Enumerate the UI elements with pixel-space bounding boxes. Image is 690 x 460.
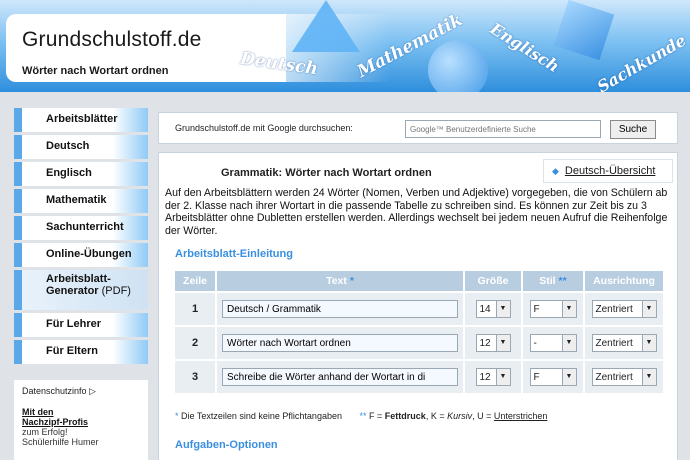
col-text-mark: *: [349, 275, 354, 287]
align-value: Zentriert: [595, 371, 633, 383]
sidebar-item-arbeitsblaetter[interactable]: Arbeitsblätter: [14, 108, 148, 132]
text-input-row2[interactable]: [222, 334, 458, 352]
dropdown-arrow-icon: ▼: [495, 301, 510, 317]
col-stil-label: Stil: [539, 275, 556, 287]
align-select-row2[interactable]: Zentriert ▼: [591, 334, 657, 352]
ad-box: Datenschutzinfo ▷ Mit den Nachzipf-Profi…: [14, 380, 148, 460]
search-panel: Grundschulstoff.de mit Google durchsuche…: [158, 112, 678, 144]
size-select-row1[interactable]: 14 ▼: [475, 300, 511, 318]
search-button[interactable]: Suche: [610, 120, 656, 139]
dropdown-arrow-icon: ▼: [495, 335, 510, 351]
col-zeile: Zeile: [175, 271, 215, 291]
main-content: Grammatik: Wörter nach Wortart ordnen ◆ D…: [158, 152, 678, 460]
dropdown-arrow-icon: ▼: [561, 335, 576, 351]
description-text: Auf den Arbeitsblättern werden 24 Wörter…: [165, 187, 668, 237]
dropdown-arrow-icon: ▼: [641, 335, 656, 351]
row-number: 1: [175, 293, 215, 325]
subject-sachkunde: Sachkunde: [593, 30, 690, 92]
col-ausrichtung: Ausrichtung: [585, 271, 663, 291]
dropdown-arrow-icon: ▼: [641, 369, 656, 385]
footnote-fettdruck: Fettdruck: [384, 411, 426, 421]
style-select-row1[interactable]: F ▼: [529, 300, 577, 318]
section-aufgaben-optionen: Aufgaben-Optionen: [175, 439, 278, 451]
col-text-label: Text: [326, 275, 347, 287]
sidebar-item-generator-label2: Generator: [46, 285, 99, 297]
sidebar-item-deutsch[interactable]: Deutsch: [14, 135, 148, 159]
footnote-note-1: Die Textzeilen sind keine Pflichtangaben: [181, 411, 342, 421]
footnote-k-prefix: , K =: [425, 411, 445, 421]
sidebar-item-englisch[interactable]: Englisch: [14, 162, 148, 186]
section-arbeitsblatt-einleitung: Arbeitsblatt-Einleitung: [175, 248, 293, 260]
diamond-icon: ◆: [552, 166, 559, 176]
table-row: 1 14▼ F▼ Zentriert▼: [175, 293, 663, 325]
text-input-row1[interactable]: [222, 300, 458, 318]
table-row: 2 12▼ -▼ Zentriert▼: [175, 327, 663, 359]
col-groesse: Größe: [465, 271, 521, 291]
footnote-f-prefix: F =: [369, 411, 383, 421]
col-stil: Stil **: [523, 271, 583, 291]
footnote-unterstrichen: Unterstrichen: [493, 411, 548, 421]
sidebar-item-generator[interactable]: Arbeitsblatt- Generator (PDF): [14, 270, 148, 310]
promo-link-line2[interactable]: Nachzipf-Profis: [22, 417, 140, 427]
align-value: Zentriert: [595, 337, 633, 349]
footnote-kursiv: Kursiv: [447, 411, 473, 421]
table-footnote: * Die Textzeilen sind keine Pflichtangab…: [175, 411, 547, 421]
triangle-decoration: [292, 0, 360, 52]
privacy-info-link[interactable]: Datenschutzinfo ▷: [22, 386, 140, 397]
page-title: Grammatik: Wörter nach Wortart ordnen: [221, 167, 432, 179]
size-value: 14: [479, 303, 491, 315]
style-select-row2[interactable]: - ▼: [529, 334, 577, 352]
sidebar-item-online-uebungen[interactable]: Online-Übungen: [14, 243, 148, 267]
style-value: -: [533, 337, 537, 349]
sidebar-item-fuer-eltern[interactable]: Für Eltern: [14, 340, 148, 364]
style-value: F: [533, 371, 540, 383]
text-input-row3[interactable]: [222, 368, 458, 386]
sidebar-nav: Arbeitsblätter Deutsch Englisch Mathemat…: [14, 108, 148, 367]
size-select-row2[interactable]: 12 ▼: [475, 334, 511, 352]
site-header: Grundschulstoff.de Wörter nach Wortart o…: [0, 0, 690, 92]
col-stil-mark: **: [558, 275, 567, 287]
footnote-u-prefix: , U =: [472, 411, 492, 421]
page-subtitle: Wörter nach Wortart ordnen: [22, 65, 169, 77]
promo-link-line1[interactable]: Mit den: [22, 407, 140, 417]
promo-text-line2: Schülerhilfe Humer: [22, 437, 99, 447]
sidebar-item-fuer-lehrer[interactable]: Für Lehrer: [14, 313, 148, 337]
promo-text-line1: zum Erfolg!: [22, 427, 68, 437]
align-select-row1[interactable]: Zentriert ▼: [591, 300, 657, 318]
size-value: 12: [479, 337, 491, 349]
table-header-row: Zeile Text * Größe Stil ** Ausrichtung: [175, 271, 663, 291]
square-decoration: [553, 0, 615, 61]
size-value: 12: [479, 371, 491, 383]
circle-decoration: [428, 40, 488, 92]
overview-link-text[interactable]: Deutsch-Übersicht: [565, 165, 655, 177]
sidebar-item-mathematik[interactable]: Mathematik: [14, 189, 148, 213]
dropdown-arrow-icon: ▼: [641, 301, 656, 317]
sidebar-item-generator-pdf: (PDF): [101, 285, 131, 297]
style-value: F: [533, 303, 540, 315]
table-row: 3 12▼ F▼ Zentriert▼: [175, 361, 663, 393]
size-select-row3[interactable]: 12 ▼: [475, 368, 511, 386]
sidebar-item-generator-label: Arbeitsblatt-: [46, 273, 111, 285]
deutsch-overview-link[interactable]: ◆ Deutsch-Übersicht: [543, 159, 673, 183]
subject-englisch: Englisch: [486, 18, 563, 77]
search-label: Grundschulstoff.de mit Google durchsuche…: [175, 123, 353, 133]
search-input[interactable]: [405, 120, 601, 138]
style-select-row3[interactable]: F ▼: [529, 368, 577, 386]
footnote-star-2: **: [359, 411, 367, 421]
dropdown-arrow-icon: ▼: [561, 369, 576, 385]
dropdown-arrow-icon: ▼: [561, 301, 576, 317]
site-title[interactable]: Grundschulstoff.de: [22, 28, 202, 52]
dropdown-arrow-icon: ▼: [495, 369, 510, 385]
row-number: 3: [175, 361, 215, 393]
intro-table: Zeile Text * Größe Stil ** Ausrichtung 1…: [173, 269, 665, 395]
row-number: 2: [175, 327, 215, 359]
align-value: Zentriert: [595, 303, 633, 315]
align-select-row3[interactable]: Zentriert ▼: [591, 368, 657, 386]
sidebar-item-sachunterricht[interactable]: Sachunterricht: [14, 216, 148, 240]
footnote-star-1: *: [175, 411, 179, 421]
col-text: Text *: [217, 271, 463, 291]
